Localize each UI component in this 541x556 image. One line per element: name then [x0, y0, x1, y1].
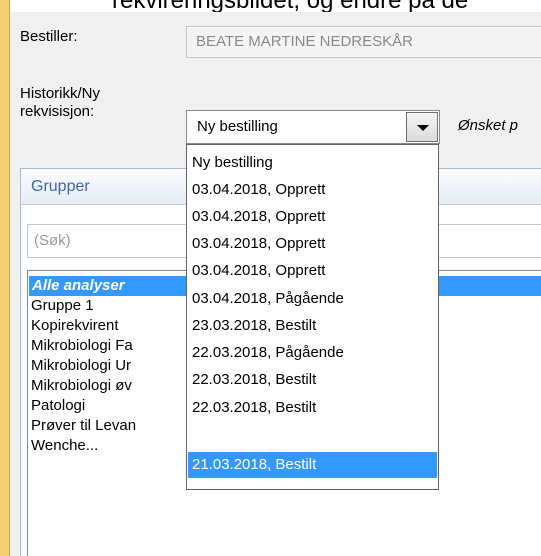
instruction-text-cropped: rekvireringsbildet, og endre på de: [112, 0, 468, 12]
historikk-label-line1: Historikk/Ny: [20, 85, 101, 102]
historikk-label-line2: rekvisisjon:: [20, 103, 95, 120]
dropdown-item[interactable]: 03.04.2018, Opprett: [188, 231, 437, 257]
list-item[interactable]: Prøver til Levan: [31, 416, 136, 436]
left-accent-bar: [0, 0, 9, 556]
dropdown-item[interactable]: 03.04.2018, Pågående: [188, 286, 437, 312]
dropdown-item[interactable]: 22.03.2018, Pågående: [188, 340, 437, 366]
history-dropdown-button[interactable]: [406, 112, 438, 142]
list-item[interactable]: Wenche...: [31, 436, 98, 456]
history-combobox-value: Ny bestilling: [197, 118, 278, 135]
dropdown-item[interactable]: 23.03.2018, Bestilt: [188, 313, 437, 339]
dropdown-item[interactable]: Ny bestilling: [188, 150, 437, 176]
top-text-strip: rekvireringsbildet, og endre på de: [0, 0, 541, 12]
dropdown-item[interactable]: 03.04.2018, Opprett: [188, 177, 437, 203]
history-combobox[interactable]: Ny bestilling: [186, 110, 440, 144]
list-item[interactable]: Gruppe 1: [31, 296, 94, 316]
dropdown-item[interactable]: 22.03.2018, Bestilt: [188, 395, 437, 421]
historikk-label: Historikk/Ny rekvisisjon:: [20, 85, 160, 121]
onsket-label: Ønsket p: [458, 117, 519, 134]
list-item[interactable]: Mikrobiologi øv: [31, 376, 132, 396]
list-item[interactable]: Patologi: [31, 396, 85, 416]
search-placeholder: (Søk): [34, 232, 71, 249]
history-dropdown-list[interactable]: Ny bestilling 03.04.2018, Opprett 03.04.…: [186, 144, 439, 490]
bestiller-label: Bestiller:: [20, 28, 78, 45]
dropdown-item[interactable]: 03.04.2018, Opprett: [188, 258, 437, 284]
dropdown-item-selected[interactable]: 21.03.2018, Bestilt: [188, 452, 437, 478]
chevron-down-icon: [417, 125, 429, 131]
bestiller-field: BEATE MARTINE NEDRESKÅR: [186, 26, 541, 58]
list-item[interactable]: Mikrobiologi Ur: [31, 356, 131, 376]
dropdown-item[interactable]: 22.03.2018, Bestilt: [188, 367, 437, 393]
dropdown-item[interactable]: 03.04.2018, Opprett: [188, 204, 437, 230]
list-item[interactable]: Kopirekvirent: [31, 316, 119, 336]
grupper-title: Grupper: [31, 178, 90, 195]
list-item[interactable]: Mikrobiologi Fa: [31, 336, 133, 356]
